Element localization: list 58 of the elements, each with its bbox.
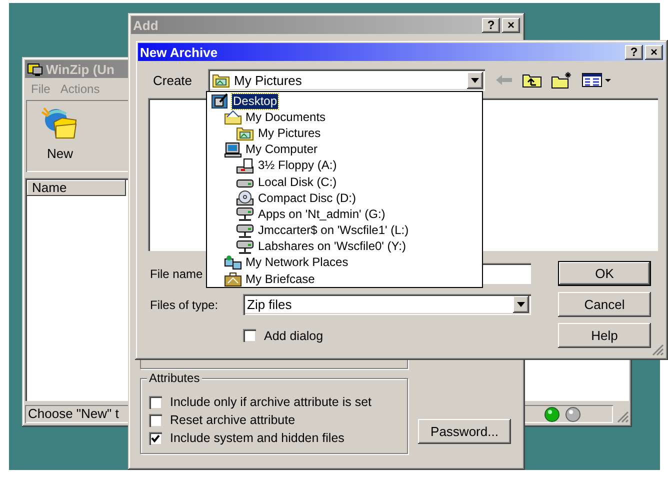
dropdown-arrow-icon[interactable] bbox=[517, 302, 525, 307]
help-button[interactable]: Help bbox=[558, 323, 651, 348]
new-archive-button[interactable]: New bbox=[36, 104, 84, 168]
folder-item[interactable]: Local Disk (C:) bbox=[257, 174, 338, 190]
network-icon bbox=[224, 254, 242, 271]
window-title: Add bbox=[133, 18, 158, 32]
file-name-label: File name bbox=[150, 266, 203, 280]
floppy-drive-icon bbox=[236, 158, 254, 174]
new-folder-icon[interactable] bbox=[551, 71, 573, 89]
network-drive-icon bbox=[236, 222, 254, 239]
dropdown-arrow-icon[interactable] bbox=[471, 78, 479, 82]
status-lights-icon bbox=[544, 406, 582, 422]
folder-item[interactable]: My Briefcase bbox=[244, 272, 316, 287]
checkbox-label: Include only if archive attribute is set bbox=[170, 395, 372, 409]
folder-item[interactable]: Jmccarter$ on 'Wscfile1' (L:) bbox=[257, 223, 410, 238]
folder-item[interactable]: My Network Places bbox=[244, 255, 350, 270]
location-dropdown[interactable]: My Pictures bbox=[208, 69, 485, 91]
checkbox[interactable] bbox=[149, 396, 162, 408]
window-title: WinZip (Un bbox=[46, 62, 114, 76]
checkbox[interactable] bbox=[149, 432, 162, 444]
winzip-icon bbox=[27, 61, 43, 77]
ok-button[interactable]: OK bbox=[558, 261, 651, 286]
title-button[interactable]: ? bbox=[482, 18, 500, 32]
folder-item[interactable]: My Computer bbox=[244, 142, 319, 158]
title-button[interactable]: × bbox=[645, 44, 663, 60]
resize-grip[interactable] bbox=[652, 344, 664, 356]
up-folder-icon[interactable] bbox=[522, 72, 542, 88]
create-label: Create bbox=[152, 72, 194, 88]
checkbox-label: Include system and hidden files bbox=[170, 431, 344, 445]
network-drive-icon bbox=[236, 206, 254, 222]
file-type-dropdown[interactable]: Zip files bbox=[243, 294, 531, 315]
folder-icon bbox=[224, 109, 242, 126]
title-button[interactable]: × bbox=[502, 18, 520, 32]
group-title: Attributes bbox=[147, 371, 202, 385]
folder-item[interactable]: Labshares on 'Wscfile0' (Y:) bbox=[257, 239, 407, 254]
picture-folder-icon bbox=[236, 125, 254, 142]
folder-item[interactable]: My Documents bbox=[244, 110, 327, 125]
column-header[interactable]: Name bbox=[27, 180, 126, 196]
computer-icon bbox=[224, 142, 242, 158]
password-button[interactable]: Password... bbox=[418, 419, 511, 444]
picture-folder-icon bbox=[212, 72, 230, 88]
window-title: New Archive bbox=[140, 44, 218, 60]
checkbox[interactable] bbox=[149, 414, 162, 426]
folder-item[interactable]: Desktop bbox=[232, 94, 278, 109]
network-drive-icon bbox=[236, 238, 254, 255]
view-menu-icon[interactable] bbox=[582, 73, 612, 87]
cd-drive-icon bbox=[236, 190, 254, 206]
cancel-button[interactable]: Cancel bbox=[558, 292, 651, 317]
checkbox-label: Reset archive attribute bbox=[170, 413, 296, 427]
folder-item[interactable]: My Pictures bbox=[257, 126, 322, 141]
checkbox[interactable] bbox=[243, 329, 256, 342]
folder-item[interactable]: Apps on 'Nt_admin' (G:) bbox=[257, 206, 386, 222]
checkbox-label: Add dialog bbox=[264, 328, 324, 342]
title-button[interactable]: ? bbox=[625, 44, 643, 60]
folder-item[interactable]: Compact Disc (D:) bbox=[257, 190, 358, 206]
file-type-label: Files of type: bbox=[150, 298, 218, 312]
resize-grip[interactable] bbox=[617, 411, 629, 423]
folder-item[interactable]: 3½ Floppy (A:) bbox=[257, 158, 338, 174]
